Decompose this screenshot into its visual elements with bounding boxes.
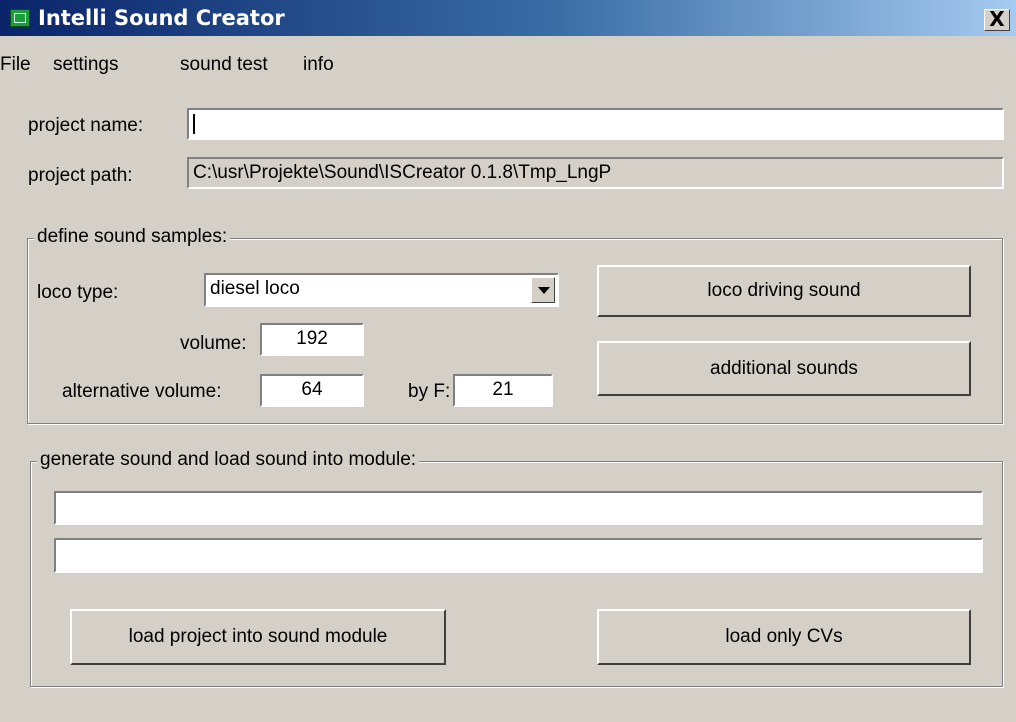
project-name-input[interactable] <box>187 108 1004 140</box>
loco-type-label: loco type: <box>37 282 119 303</box>
sound-samples-caption: define sound samples: <box>34 226 231 248</box>
window-title: Intelli Sound Creator <box>38 6 285 30</box>
volume-input[interactable]: 192 <box>260 323 364 356</box>
app-icon <box>10 9 30 27</box>
text-caret <box>193 113 195 134</box>
status-line-2 <box>54 538 983 573</box>
by-f-input[interactable]: 21 <box>453 374 553 407</box>
alt-volume-input[interactable]: 64 <box>260 374 364 407</box>
volume-label: volume: <box>180 333 247 354</box>
by-f-label: by F: <box>408 381 451 402</box>
generate-caption: generate sound and load sound into modul… <box>37 449 420 471</box>
status-line-1 <box>54 491 983 525</box>
loco-driving-sound-button[interactable]: loco driving sound <box>597 265 971 317</box>
loco-type-select[interactable]: diesel loco <box>204 273 559 307</box>
additional-sounds-button[interactable]: additional sounds <box>597 341 971 396</box>
project-path-label: project path: <box>28 165 133 186</box>
project-path-field: C:\usr\Projekte\Sound\ISCreator 0.1.8\Tm… <box>187 157 1004 189</box>
load-project-button[interactable]: load project into sound module <box>70 609 446 665</box>
title-bar: Intelli Sound Creator X <box>0 0 1016 36</box>
alt-volume-label: alternative volume: <box>62 381 222 402</box>
project-name-label: project name: <box>28 115 144 136</box>
menu-info[interactable]: info <box>303 54 334 76</box>
menu-file[interactable]: File <box>0 54 31 76</box>
chevron-down-icon[interactable] <box>531 277 555 303</box>
close-button[interactable]: X <box>984 9 1010 31</box>
load-cvs-button[interactable]: load only CVs <box>597 609 971 665</box>
menu-settings[interactable]: settings <box>53 54 118 76</box>
menu-sound-test[interactable]: sound test <box>180 54 268 76</box>
